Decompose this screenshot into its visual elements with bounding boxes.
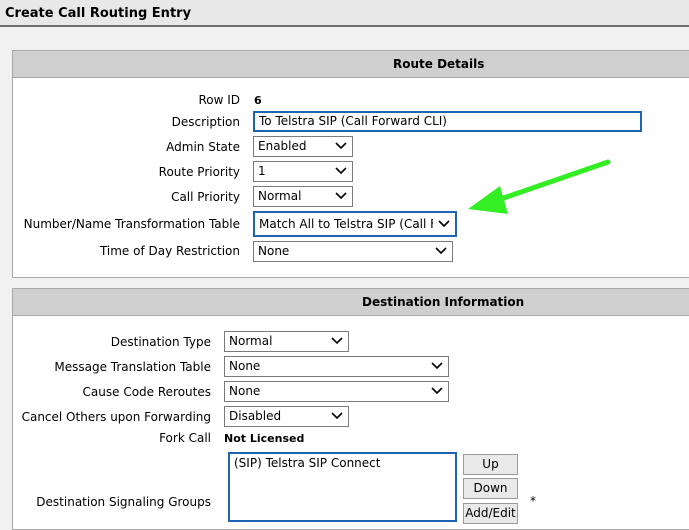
call-priority-label: Call Priority — [171, 190, 240, 204]
cause-code-reroutes-value: None — [229, 384, 261, 398]
message-translation-value: None — [229, 359, 261, 373]
fork-call-value: Not Licensed — [224, 432, 305, 445]
window-title: Create Call Routing Entry — [0, 0, 689, 27]
chevron-down-icon — [438, 220, 450, 228]
cancel-others-select[interactable]: Disabled — [224, 406, 349, 427]
call-priority-select[interactable]: Normal — [253, 186, 353, 207]
chevron-down-icon — [335, 167, 347, 175]
cancel-others-label: Cancel Others upon Forwarding — [21, 410, 211, 424]
admin-state-value: Enabled — [258, 139, 307, 153]
destination-type-value: Normal — [229, 334, 273, 348]
description-input[interactable]: To Telstra SIP (Call Forward CLI) — [253, 111, 642, 132]
row-id-value: 6 — [254, 94, 262, 107]
chevron-down-icon — [331, 412, 343, 420]
route-priority-value: 1 — [258, 164, 266, 178]
chevron-down-icon — [331, 337, 343, 345]
time-of-day-value: None — [258, 244, 290, 258]
required-asterisk: * — [530, 494, 536, 508]
admin-state-label: Admin State — [166, 140, 240, 154]
destination-type-label: Destination Type — [110, 335, 211, 349]
chevron-down-icon — [335, 142, 347, 150]
call-priority-value: Normal — [258, 189, 302, 203]
signaling-groups-label: Destination Signaling Groups — [36, 495, 211, 509]
chevron-down-icon — [431, 362, 443, 370]
destination-type-select[interactable]: Normal — [224, 331, 349, 352]
chevron-down-icon — [335, 192, 347, 200]
destination-header: Destination Information — [13, 289, 689, 316]
up-button[interactable]: Up — [463, 454, 518, 475]
transformation-table-label: Number/Name Transformation Table — [23, 217, 240, 231]
chevron-down-icon — [431, 387, 443, 395]
message-translation-label: Message Translation Table — [54, 360, 211, 374]
transformation-table-select[interactable]: Match All to Telstra SIP (Call Forw — [253, 211, 457, 237]
list-item[interactable]: (SIP) Telstra SIP Connect — [234, 456, 380, 470]
cause-code-reroutes-label: Cause Code Reroutes — [82, 385, 211, 399]
annotation-arrow-icon — [468, 159, 611, 214]
cause-code-reroutes-select[interactable]: None — [224, 381, 449, 402]
description-label: Description — [171, 115, 240, 129]
description-input-value: To Telstra SIP (Call Forward CLI) — [259, 114, 447, 128]
route-priority-label: Route Priority — [158, 165, 240, 179]
time-of-day-label: Time of Day Restriction — [99, 244, 240, 258]
chevron-down-icon — [435, 247, 447, 255]
add-edit-button[interactable]: Add/Edit — [463, 503, 518, 524]
route-details-header: Route Details — [13, 51, 689, 78]
message-translation-select[interactable]: None — [224, 356, 449, 377]
down-button[interactable]: Down — [463, 478, 518, 499]
fork-call-label: Fork Call — [159, 431, 211, 445]
route-priority-select[interactable]: 1 — [253, 161, 353, 182]
cancel-others-value: Disabled — [229, 409, 282, 423]
row-id-label: Row ID — [198, 93, 240, 107]
time-of-day-select[interactable]: None — [253, 241, 453, 262]
admin-state-select[interactable]: Enabled — [253, 136, 353, 157]
transformation-table-value: Match All to Telstra SIP (Call Forw — [259, 217, 433, 231]
